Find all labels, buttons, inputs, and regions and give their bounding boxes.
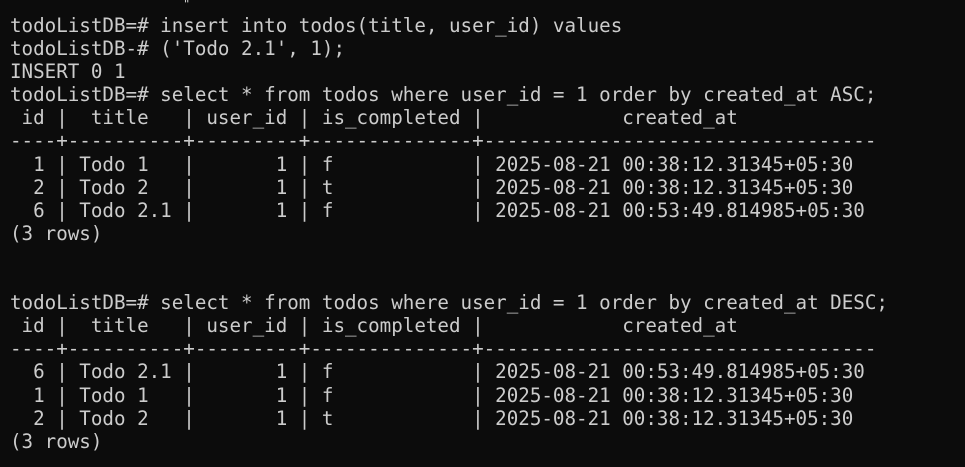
prompt-line-insert: todoListDB=# insert into todos(title, us… xyxy=(10,14,623,37)
table-row: 6 | Todo 2.1 | 1 | f | 2025-08-21 00:53:… xyxy=(10,360,865,384)
row-count-desc: (3 rows) xyxy=(10,429,103,453)
prompt-line-select-desc: todoListDB=# select * from todos where u… xyxy=(10,291,888,315)
table-row: 1 | Todo 1 | 1 | f | 2025-08-21 00:38:12… xyxy=(10,383,854,407)
table-separator-desc: ----+----------+---------+--------------… xyxy=(10,337,877,361)
insert-result-line: INSERT 0 1 xyxy=(10,60,126,84)
terminal-output[interactable]: todoListDB=# insert into todos(title, us… xyxy=(10,14,888,453)
row-count-asc: (3 rows) xyxy=(10,221,103,245)
table-header-desc: id | title | user_id | is_completed | cr… xyxy=(10,314,738,338)
terminal-window[interactable]: " todoListDB=# insert into todos(title, … xyxy=(0,0,965,467)
prompt-line-select-asc: todoListDB=# select * from todos where u… xyxy=(10,83,877,107)
table-row: 6 | Todo 2.1 | 1 | f | 2025-08-21 00:53:… xyxy=(10,198,865,222)
table-row: 1 | Todo 1 | 1 | f | 2025-08-21 00:38:12… xyxy=(10,152,854,176)
table-separator-asc: ----+----------+---------+--------------… xyxy=(10,129,877,153)
table-header-asc: id | title | user_id | is_completed | cr… xyxy=(10,106,738,130)
scrolled-text-fragment: " xyxy=(183,0,191,11)
prompt-continuation-line: todoListDB-# ('Todo 2.1', 1); xyxy=(10,37,346,61)
table-row: 2 | Todo 2 | 1 | t | 2025-08-21 00:38:12… xyxy=(10,406,854,430)
table-row: 2 | Todo 2 | 1 | t | 2025-08-21 00:38:12… xyxy=(10,175,854,199)
